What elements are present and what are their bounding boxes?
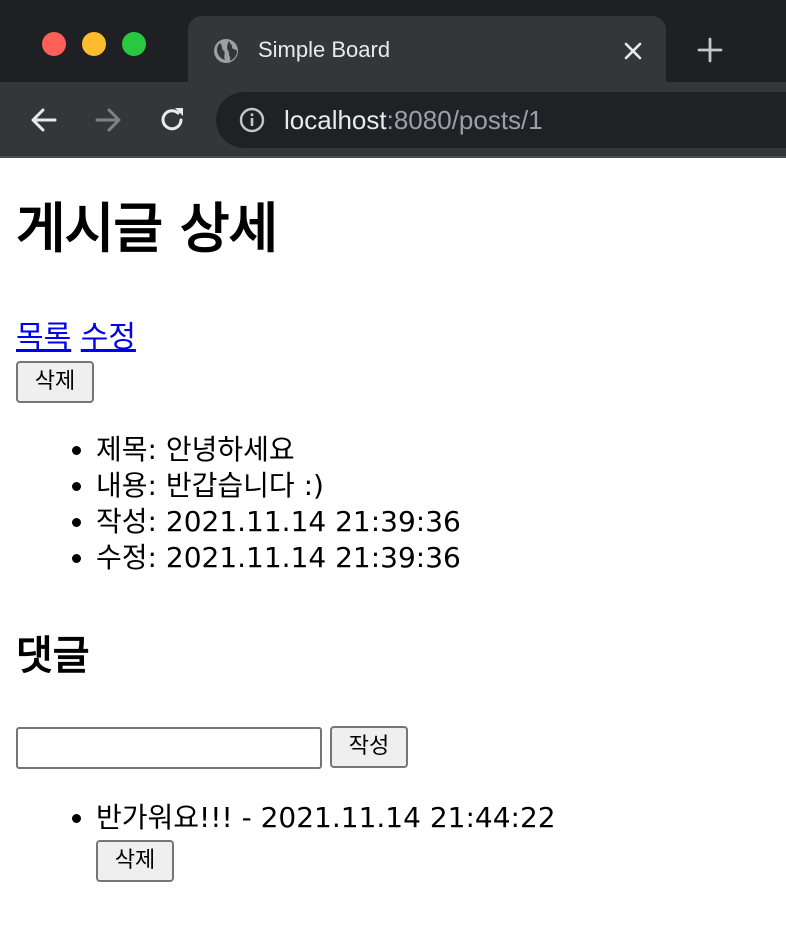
detail-value: 반갑습니다 :) <box>165 469 324 502</box>
detail-value: 2021.11.14 21:39:36 <box>165 541 461 574</box>
page-title: 게시글 상세 <box>16 197 278 260</box>
new-tab-icon[interactable] <box>696 36 724 64</box>
url-text: localhost:8080/posts/1 <box>284 104 543 136</box>
browser-chrome: Simple Board localhost:8080/posts/1 <box>0 0 786 158</box>
tab-strip: Simple Board <box>0 0 786 84</box>
page-content: 게시글 상세 목록 수정 삭제 제목: 안녕하세요 내용: 반갑습니다 :) 작… <box>0 158 786 926</box>
detail-label: 제목 <box>96 433 148 466</box>
url-host: localhost <box>284 105 387 135</box>
list-link[interactable]: 목록 <box>16 320 71 355</box>
post-details: 제목: 안녕하세요 내용: 반갑습니다 :) 작성: 2021.11.14 21… <box>0 432 461 576</box>
minimize-window-button[interactable] <box>82 32 106 56</box>
detail-modified: 수정: 2021.11.14 21:39:36 <box>96 540 461 576</box>
detail-created: 작성: 2021.11.14 21:39:36 <box>96 504 461 540</box>
detail-label: 작성 <box>96 505 148 538</box>
detail-content: 내용: 반갑습니다 :) <box>96 468 461 504</box>
active-tab[interactable]: Simple Board <box>188 16 666 84</box>
site-info-icon[interactable] <box>238 106 266 134</box>
submit-comment-button[interactable]: 작성 <box>330 726 408 768</box>
delete-post-button[interactable]: 삭제 <box>16 361 94 403</box>
browser-toolbar: localhost:8080/posts/1 <box>0 82 786 157</box>
back-arrow-icon[interactable] <box>28 104 60 136</box>
comment-input[interactable] <box>16 727 322 769</box>
delete-comment-button[interactable]: 삭제 <box>96 840 174 882</box>
detail-label: 내용 <box>96 469 148 502</box>
detail-value: 2021.11.14 21:39:36 <box>165 505 461 538</box>
forward-arrow-icon[interactable] <box>92 104 124 136</box>
comments-title: 댓글 <box>16 633 90 679</box>
comment-list: 반가워요!!! - 2021.11.14 21:44:22 <box>0 800 556 836</box>
post-actions: 목록 수정 <box>16 318 136 358</box>
url-path: :8080/posts/1 <box>386 105 543 135</box>
tab-title: Simple Board <box>258 37 391 62</box>
maximize-window-button[interactable] <box>122 32 146 56</box>
close-tab-icon[interactable] <box>622 40 644 62</box>
detail-value: 안녕하세요 <box>165 433 295 466</box>
comment-item: 반가워요!!! - 2021.11.14 21:44:22 <box>96 800 556 836</box>
detail-label: 수정 <box>96 541 148 574</box>
detail-title: 제목: 안녕하세요 <box>96 432 461 468</box>
edit-link[interactable]: 수정 <box>81 320 136 355</box>
globe-icon <box>214 39 238 63</box>
address-bar[interactable]: localhost:8080/posts/1 <box>216 92 786 148</box>
reload-icon[interactable] <box>156 104 188 136</box>
close-window-button[interactable] <box>42 32 66 56</box>
